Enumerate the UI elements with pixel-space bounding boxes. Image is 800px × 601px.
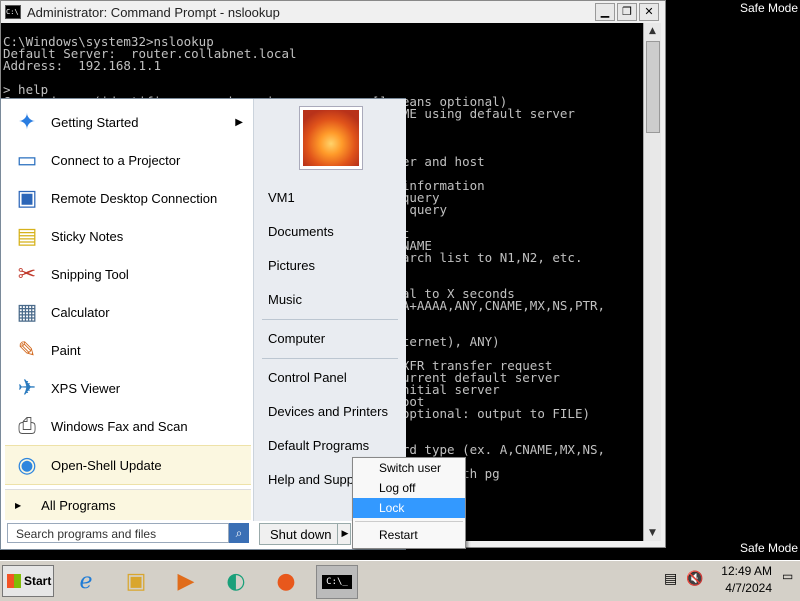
place-item-music[interactable]: Music xyxy=(254,283,406,317)
program-item[interactable]: ✂ Snipping Tool xyxy=(5,255,251,293)
calculator-icon: ▦ xyxy=(16,299,38,324)
clock-date[interactable]: 4/7/2024 xyxy=(725,581,772,595)
place-item-pictures[interactable]: Pictures xyxy=(254,249,406,283)
program-item[interactable]: ▣ Remote Desktop Connection xyxy=(5,179,251,217)
start-button[interactable]: Start xyxy=(2,565,54,597)
projector-icon: ▭ xyxy=(16,147,38,172)
menu-separator xyxy=(355,521,463,522)
menu-item-restart[interactable]: Restart xyxy=(353,525,465,545)
program-label: Snipping Tool xyxy=(51,266,129,282)
search-icon[interactable]: ⌕ xyxy=(229,523,249,543)
separator xyxy=(262,319,398,320)
program-label: Calculator xyxy=(51,304,110,320)
taskbar: Start ℯ ▣ ▶ ◐ ● C:\_ ▤ 🔇 12:49 AM 4/7/20… xyxy=(0,560,800,601)
menu-item-log-off[interactable]: Log off xyxy=(353,478,465,498)
submenu-arrow-icon: ▶ xyxy=(235,116,243,128)
shutdown-context-menu: Switch user Log off Lock Restart xyxy=(352,457,466,549)
getting-started-icon: ✦ xyxy=(17,109,37,134)
safe-mode-label-bottom: Safe Mode xyxy=(739,541,798,555)
edge-icon[interactable]: ◐ xyxy=(220,565,252,597)
xps-viewer-icon: ✈ xyxy=(17,375,37,400)
program-label: XPS Viewer xyxy=(51,380,121,396)
program-item[interactable]: ▭ Connect to a Projector xyxy=(5,141,251,179)
command-prompt-icon[interactable]: C:\_ xyxy=(316,565,358,599)
program-item[interactable]: ▤ Sticky Notes xyxy=(5,217,251,255)
clock-time[interactable]: 12:49 AM xyxy=(721,564,772,578)
paint-icon: ✎ xyxy=(17,337,37,362)
program-label: Paint xyxy=(51,342,81,358)
search-input[interactable]: Search programs and files xyxy=(7,523,229,543)
menu-item-lock[interactable]: Lock xyxy=(353,498,465,518)
place-item-documents[interactable]: Documents xyxy=(254,215,406,249)
firefox-icon[interactable]: ● xyxy=(270,565,302,597)
start-menu-bottom-row: Search programs and files ⌕ Shut down ▶ xyxy=(1,521,405,549)
start-menu: ✦ Getting Started ▶ ▭ Connect to a Projector… xyxy=(0,98,406,550)
safe-mode-label-top: Safe Mode xyxy=(739,1,798,15)
program-label: Remote Desktop Connection xyxy=(51,190,218,206)
snipping-tool-icon: ✂ xyxy=(17,261,37,286)
program-label: Connect to a Projector xyxy=(51,152,181,168)
minimize-button[interactable]: ▁ xyxy=(595,3,615,21)
system-tray: ▤ 🔇 12:49 AM 4/7/2024 ▭ xyxy=(660,561,800,601)
scroll-down-icon[interactable]: ▼ xyxy=(644,525,661,541)
place-item-computer[interactable]: Computer xyxy=(254,322,406,356)
program-label: Windows Fax and Scan xyxy=(51,418,188,434)
vertical-scrollbar[interactable]: ▲ ▼ xyxy=(643,23,661,541)
program-label: Getting Started xyxy=(51,114,139,130)
separator xyxy=(262,358,398,359)
scroll-thumb[interactable] xyxy=(646,41,660,133)
shutdown-options-arrow-icon[interactable]: ▶ xyxy=(337,523,352,545)
program-label: Sticky Notes xyxy=(51,228,124,244)
program-item[interactable]: ◉ Open-Shell Update xyxy=(5,445,251,485)
open-shell-icon: ◉ xyxy=(17,452,37,477)
window-title: Administrator: Command Prompt - nslookup xyxy=(27,4,280,20)
command-prompt-app-icon: C:\ xyxy=(5,5,21,19)
program-item[interactable]: ✈ XPS Viewer xyxy=(5,369,251,407)
start-label: Start xyxy=(24,574,52,588)
user-picture[interactable] xyxy=(300,107,362,169)
triangle-right-icon: ▶ xyxy=(15,500,22,510)
menu-item-switch-user[interactable]: Switch user xyxy=(353,458,465,478)
volume-muted-icon[interactable]: 🔇 xyxy=(686,571,703,587)
window-titlebar[interactable]: C:\ Administrator: Command Prompt - nslo… xyxy=(1,1,665,23)
internet-explorer-icon[interactable]: ℯ xyxy=(70,565,102,597)
place-item-vm1[interactable]: VM1 xyxy=(254,181,406,215)
close-button[interactable]: ✕ xyxy=(639,3,659,21)
fax-scan-icon: ⎙ xyxy=(18,413,36,438)
file-explorer-icon[interactable]: ▣ xyxy=(120,565,152,597)
scroll-up-icon[interactable]: ▲ xyxy=(644,23,661,39)
program-label: Open-Shell Update xyxy=(51,457,162,473)
action-center-icon[interactable]: ▭ xyxy=(782,569,796,585)
program-item[interactable]: ▦ Calculator xyxy=(5,293,251,331)
sticky-notes-icon: ▤ xyxy=(16,223,38,248)
program-item[interactable]: ⎙ Windows Fax and Scan xyxy=(5,407,251,445)
place-item-control-panel[interactable]: Control Panel xyxy=(254,361,406,395)
network-icon[interactable]: ▤ xyxy=(664,571,677,587)
programs-pane: ✦ Getting Started ▶ ▭ Connect to a Projector… xyxy=(5,103,251,521)
place-item-devices-and-printers[interactable]: Devices and Printers xyxy=(254,395,406,429)
program-item[interactable]: ✦ Getting Started ▶ xyxy=(5,103,251,141)
windows-logo-icon xyxy=(7,574,21,588)
remote-desktop-icon: ▣ xyxy=(16,185,38,210)
maximize-button[interactable]: ❐ xyxy=(617,3,637,21)
all-programs-label: All Programs xyxy=(41,497,116,513)
media-player-icon[interactable]: ▶ xyxy=(170,565,202,597)
all-programs-button[interactable]: ▶ All Programs xyxy=(5,489,251,520)
program-item[interactable]: ✎ Paint xyxy=(5,331,251,369)
